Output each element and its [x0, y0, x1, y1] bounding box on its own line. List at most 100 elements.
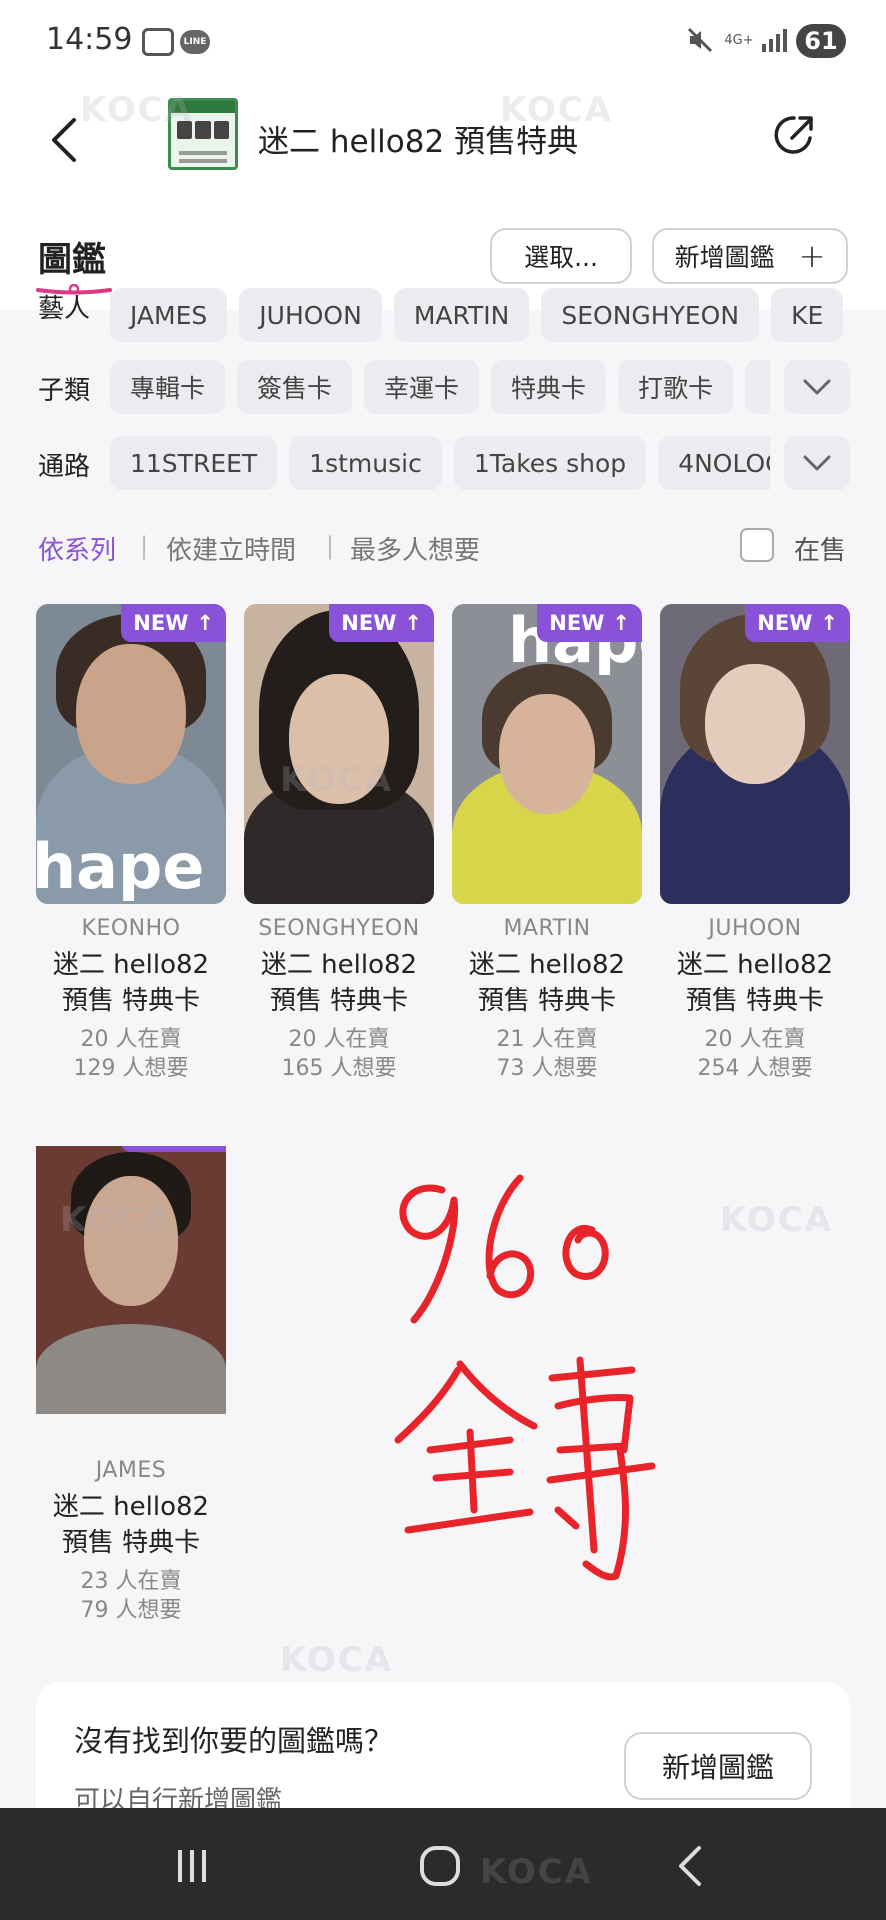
card-artist: JUHOON	[708, 916, 802, 941]
filter-chip-artist[interactable]: MARTIN	[393, 288, 530, 342]
on-sale-label: 在售	[794, 536, 847, 566]
sort-separator: |	[326, 532, 335, 560]
select-button[interactable]: 選取...	[490, 228, 632, 284]
filter-chip-channel[interactable]: 1stmusic	[289, 436, 442, 490]
top-app-bar: 迷二 hello82 預售特典	[0, 80, 886, 220]
sort-by-most-wanted[interactable]: 最多人想要	[350, 530, 480, 567]
expand-subtype-button[interactable]	[784, 360, 850, 414]
card-title: 預售 特典卡	[477, 986, 617, 1016]
card-title: 迷二 hello82	[260, 950, 418, 980]
tab-catalog[interactable]: 圖鑑	[38, 232, 106, 281]
photo-overlay-text: hape	[36, 830, 205, 903]
filter-chip-channel[interactable]: 4NOLOG	[658, 436, 770, 490]
new-badge: NEW ↑	[745, 604, 850, 642]
expand-channel-button[interactable]	[784, 436, 850, 490]
watermark: KOCA	[720, 1200, 833, 1240]
card-title: 預售 特典卡	[269, 986, 409, 1016]
recent-apps-button[interactable]	[162, 1838, 222, 1894]
filter-chip-subtype[interactable]: 特典卡	[491, 360, 607, 414]
card-selling-count: 20 人在賣	[704, 1027, 806, 1052]
card-title: 預售 特典卡	[61, 1528, 201, 1558]
add-catalog-label: 新增圖鑑	[674, 243, 775, 272]
sort-by-series[interactable]: 依系列	[38, 530, 116, 567]
filter-chip-subtype[interactable]: 打歌卡	[618, 360, 734, 414]
new-badge: NEW↑	[537, 604, 642, 642]
photocard-image: NEW↑	[36, 1146, 226, 1414]
new-badge: NEW↑	[121, 604, 226, 642]
filter-panel: 藝人 JAMES JUHOON MARTIN SEONGHYEON KE 子類 …	[0, 288, 886, 510]
recent-apps-icon	[178, 1850, 206, 1882]
subtype-filter-label: 子類	[38, 376, 91, 406]
chevron-down-icon	[803, 379, 831, 395]
filter-chip-artist[interactable]: JAMES	[110, 288, 228, 342]
back-button[interactable]	[44, 112, 84, 168]
photocard-item[interactable]: NEW↑ JAMES 迷二 hello82 預售 特典卡 23 人在賣 79 人…	[36, 1114, 226, 1625]
chevron-left-icon	[52, 118, 76, 162]
arrow-up-icon: ↑	[196, 611, 214, 635]
mute-icon	[684, 24, 716, 56]
line-app-icon: LINE	[180, 30, 210, 54]
home-button[interactable]	[410, 1838, 470, 1894]
photocard-item[interactable]: NEW ↑ SEONGHYEON 迷二 hello82 預售 特典卡 20 人在賣…	[244, 604, 434, 1083]
channel-filter-row: 通路 11STREET 1stmusic 1Takes shop 4NOLOG	[0, 436, 886, 490]
handwritten-annotation	[394, 1174, 656, 1581]
add-catalog-button[interactable]: 新增圖鑑 +	[652, 228, 848, 284]
new-badge-label: NEW	[757, 611, 813, 635]
filter-chip-subtype[interactable]	[745, 360, 770, 414]
card-title: 迷二 hello82	[468, 950, 626, 980]
card-artist: JAMES	[95, 1458, 167, 1483]
screenshot-icon	[142, 28, 174, 56]
card-title: 迷二 hello82	[676, 950, 834, 980]
artist-filter-label: 藝人	[38, 294, 91, 324]
network-type-icon: 4G+	[724, 32, 754, 48]
arrow-up-icon: ↑	[612, 611, 630, 635]
arrow-up-icon: ↑	[820, 611, 838, 635]
artist-filter-row: 藝人 JAMES JUHOON MARTIN SEONGHYEON KE	[0, 288, 886, 342]
filter-chip-artist[interactable]: SEONGHYEON	[541, 288, 760, 342]
card-selling-count: 21 人在賣	[496, 1027, 598, 1052]
photocard-item[interactable]: hape NEW↑ MARTIN 迷二 hello82 預售 特典卡 21 人在…	[452, 604, 642, 1083]
card-wanting-count: 165 人想要	[281, 1056, 397, 1081]
photocard-item[interactable]: NEW ↑ JUHOON 迷二 hello82 預售 特典卡 20 人在賣 254…	[660, 604, 850, 1083]
plus-icon: +	[798, 237, 826, 275]
sort-separator: |	[140, 532, 149, 560]
battery-icon: 61	[796, 24, 846, 58]
card-selling-count: 20 人在賣	[80, 1027, 182, 1052]
photocard-image: hape NEW↑	[36, 604, 226, 904]
filter-chip-subtype[interactable]: 簽售卡	[237, 360, 353, 414]
system-navigation-bar	[0, 1808, 886, 1920]
filter-chip-artist[interactable]: JUHOON	[239, 288, 382, 342]
chevron-down-icon	[803, 455, 831, 471]
system-back-button[interactable]	[660, 1838, 720, 1894]
card-wanting-count: 129 人想要	[73, 1056, 189, 1081]
new-badge: NEW ↑	[329, 604, 434, 642]
card-artist: SEONGHYEON	[258, 916, 420, 941]
status-bar: 14:59 LINE 4G+ 61	[0, 0, 886, 80]
card-wanting-count: 73 人想要	[496, 1056, 598, 1081]
photocard-image: NEW ↑	[660, 604, 850, 904]
card-selling-count: 20 人在賣	[288, 1027, 390, 1052]
share-icon	[774, 116, 813, 154]
card-title: 迷二 hello82	[52, 950, 210, 980]
photocard-item[interactable]: hape NEW ↑ KEONHO 迷二 hello82 預售 特典卡 20 人在…	[36, 604, 226, 1083]
photocard-image: hape NEW↑	[452, 604, 642, 904]
arrow-up-icon: ↑	[404, 611, 422, 635]
card-title: 預售 特典卡	[61, 986, 201, 1016]
share-button[interactable]	[770, 110, 820, 160]
card-title: 迷二 hello82	[52, 1492, 210, 1522]
card-selling-count: 23 人在賣	[80, 1569, 182, 1594]
sort-by-created[interactable]: 依建立時間	[166, 530, 296, 567]
back-icon	[679, 1846, 701, 1886]
add-catalog-cta-button[interactable]: 新增圖鑑	[624, 1732, 812, 1800]
filter-chip-channel[interactable]: 11STREET	[110, 436, 278, 490]
new-badge-label: NEW	[341, 611, 397, 635]
status-time: 14:59	[46, 22, 133, 57]
on-sale-checkbox[interactable]	[740, 528, 774, 562]
series-thumbnail	[168, 98, 238, 170]
filter-chip-artist[interactable]: KE	[771, 288, 844, 342]
home-icon	[420, 1846, 460, 1886]
filter-chip-channel[interactable]: 1Takes shop	[453, 436, 647, 490]
filter-chip-subtype[interactable]: 幸運卡	[364, 360, 480, 414]
new-badge: NEW↑	[121, 1146, 226, 1152]
filter-chip-subtype[interactable]: 專輯卡	[110, 360, 226, 414]
